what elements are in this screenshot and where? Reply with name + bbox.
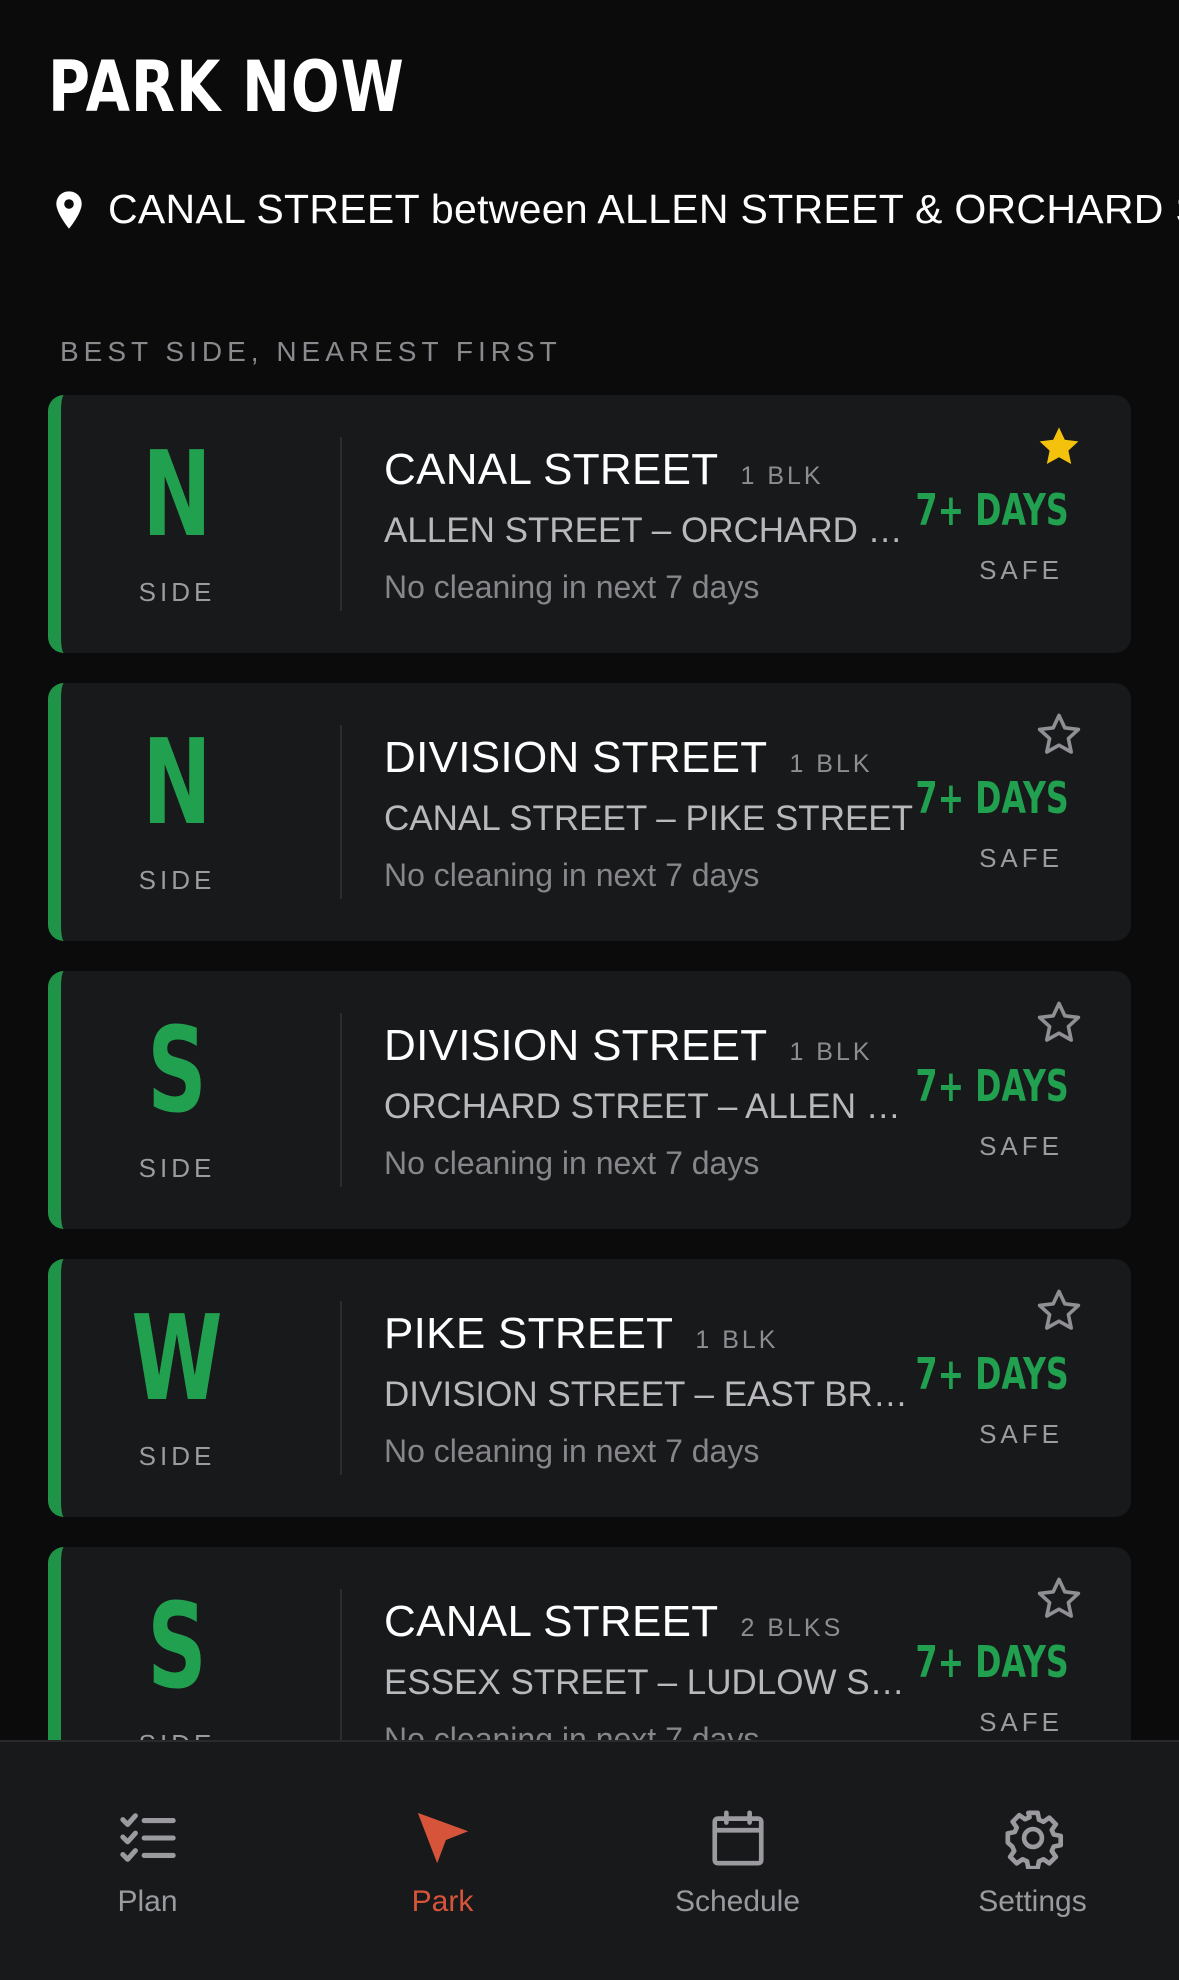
divider [340, 1301, 342, 1475]
divider [340, 437, 342, 611]
tab-bar: Plan Park Schedule Settings [0, 1740, 1179, 1980]
current-location[interactable]: CANAL STREET between ALLEN STREET & ORCH… [52, 186, 1179, 233]
safe-days: 7+ DAYS [915, 773, 1069, 824]
street-info: CANAL STREET 1 BLK ALLEN STREET – ORCHAR… [384, 445, 944, 606]
gear-icon [1004, 1810, 1063, 1869]
cross-streets: ORCHARD STREET – ALLEN ST… [384, 1087, 924, 1126]
distance-label: 2 BLKS [740, 1614, 844, 1642]
cleaning-note: No cleaning in next 7 days [384, 857, 760, 893]
tab-label: Plan [117, 1885, 178, 1918]
section-label: BEST SIDE, NEAREST FIRST [60, 336, 562, 367]
street-name: DIVISION STREET [384, 733, 768, 782]
checklist-icon [119, 1813, 176, 1862]
distance-label: 1 BLK [789, 1038, 873, 1066]
tab-label: Park [411, 1885, 474, 1918]
star-filled-icon[interactable] [1035, 423, 1083, 471]
side-letter: W [131, 1289, 223, 1427]
safety-status: 7+ DAYS SAFE [899, 999, 1099, 1199]
safe-days: 7+ DAYS [915, 485, 1069, 536]
cross-streets: DIVISION STREET – EAST BROA… [384, 1375, 924, 1414]
distance-label: 1 BLK [740, 462, 824, 490]
star-outline-icon[interactable] [1035, 1287, 1083, 1335]
page-title: PARK NOW [48, 46, 405, 128]
parking-card[interactable]: N SIDE DIVISION STREET 1 BLK CANAL STREE… [48, 683, 1131, 941]
street-name: DIVISION STREET [384, 1021, 768, 1070]
safety-status: 7+ DAYS SAFE [899, 711, 1099, 911]
side-caption: SIDE [138, 577, 216, 607]
side-caption: SIDE [138, 865, 216, 895]
star-outline-icon[interactable] [1035, 999, 1083, 1047]
street-info: CANAL STREET 2 BLKS ESSEX STREET – LUDLO… [384, 1597, 944, 1758]
safe-days: 7+ DAYS [915, 1061, 1069, 1112]
street-info: PIKE STREET 1 BLK DIVISION STREET – EAST… [384, 1309, 944, 1470]
safe-caption: SAFE [979, 843, 1063, 873]
safe-caption: SAFE [979, 1707, 1063, 1737]
divider [340, 1589, 342, 1763]
tab-label: Settings [978, 1885, 1087, 1918]
park-now-screen: PARK NOW CANAL STREET between ALLEN STRE… [0, 0, 1179, 1980]
side-letter: N [142, 713, 212, 851]
distance-label: 1 BLK [695, 1326, 779, 1354]
cross-streets: ALLEN STREET – ORCHARD ST… [384, 511, 924, 550]
side-indicator: N SIDE [61, 395, 293, 653]
side-letter: N [142, 425, 212, 563]
parking-card[interactable]: N SIDE CANAL STREET 1 BLK ALLEN STREET –… [48, 395, 1131, 653]
tab-label: Schedule [674, 1885, 801, 1918]
safety-status: 7+ DAYS SAFE [899, 423, 1099, 623]
star-outline-icon[interactable] [1035, 711, 1083, 759]
street-name: CANAL STREET [384, 445, 719, 494]
side-indicator: W SIDE [61, 1259, 293, 1517]
tab-settings[interactable]: Settings [885, 1742, 1179, 1942]
parking-card[interactable]: W SIDE PIKE STREET 1 BLK DIVISION STREET… [48, 1259, 1131, 1517]
street-info: DIVISION STREET 1 BLK CANAL STREET – PIK… [384, 733, 944, 894]
side-indicator: N SIDE [61, 683, 293, 941]
cross-streets: CANAL STREET – PIKE STREET [384, 799, 914, 838]
safe-caption: SAFE [979, 555, 1063, 585]
location-pin-icon [56, 190, 82, 229]
side-caption: SIDE [138, 1153, 216, 1183]
tab-plan[interactable]: Plan [0, 1742, 295, 1942]
parking-card[interactable]: S SIDE DIVISION STREET 1 BLK ORCHARD STR… [48, 971, 1131, 1229]
safety-status: 7+ DAYS SAFE [899, 1287, 1099, 1487]
parking-list: N SIDE CANAL STREET 1 BLK ALLEN STREET –… [48, 395, 1131, 1835]
divider [340, 1013, 342, 1187]
tab-park[interactable]: Park [295, 1742, 590, 1942]
distance-label: 1 BLK [789, 750, 873, 778]
safe-caption: SAFE [979, 1419, 1063, 1449]
street-name: PIKE STREET [384, 1309, 674, 1358]
cross-streets: ESSEX STREET – LUDLOW STRE… [384, 1663, 924, 1702]
calendar-icon [711, 1810, 764, 1866]
street-name: CANAL STREET [384, 1597, 719, 1646]
cleaning-note: No cleaning in next 7 days [384, 569, 760, 605]
tab-schedule[interactable]: Schedule [590, 1742, 885, 1942]
navigation-arrow-icon [417, 1812, 468, 1864]
safe-caption: SAFE [979, 1131, 1063, 1161]
safe-days: 7+ DAYS [915, 1349, 1069, 1400]
side-letter: S [147, 1577, 207, 1715]
side-caption: SIDE [138, 1441, 216, 1471]
divider [340, 725, 342, 899]
cleaning-note: No cleaning in next 7 days [384, 1145, 760, 1181]
street-info: DIVISION STREET 1 BLK ORCHARD STREET – A… [384, 1021, 944, 1182]
side-letter: S [147, 1001, 207, 1139]
location-text: CANAL STREET between ALLEN STREET & ORCH… [108, 186, 1179, 232]
side-indicator: S SIDE [61, 971, 293, 1229]
safe-days: 7+ DAYS [915, 1637, 1069, 1688]
star-outline-icon[interactable] [1035, 1575, 1083, 1623]
cleaning-note: No cleaning in next 7 days [384, 1433, 760, 1469]
